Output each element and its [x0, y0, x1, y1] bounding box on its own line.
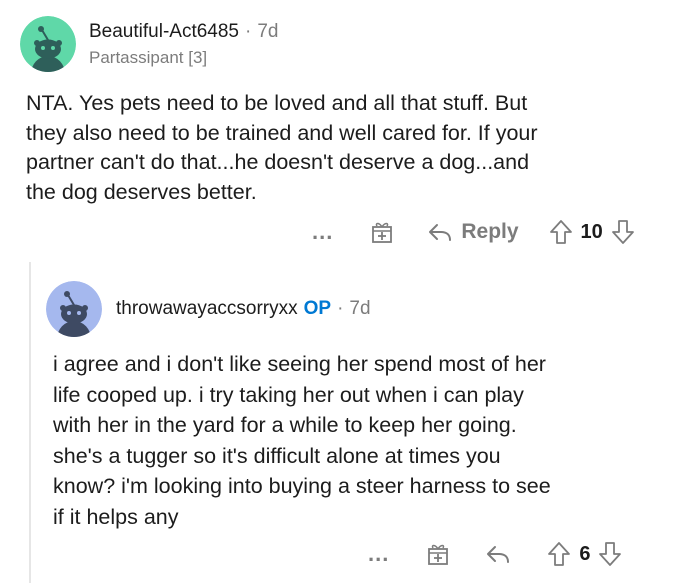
downvote-arrow-icon	[611, 220, 634, 244]
downvote-button[interactable]	[611, 219, 635, 245]
comment-line: know? i'm looking into buying a steer ha…	[53, 474, 551, 498]
comment-meta: Beautiful-Act6485 · 7d	[89, 21, 278, 43]
award-button[interactable]	[371, 220, 393, 244]
vote-score: 6	[579, 542, 591, 565]
avatar[interactable]	[20, 16, 76, 72]
more-options-button[interactable]: ...	[368, 543, 389, 565]
downvote-arrow-icon	[599, 542, 622, 566]
timestamp: 7d	[257, 21, 279, 42]
reply-arrow-icon	[429, 224, 452, 241]
comment-line: with her in the yard for a while to keep…	[53, 413, 517, 437]
comment-line: she's a tugger so it's difficult alone a…	[53, 443, 501, 468]
upvote-button[interactable]	[547, 541, 571, 567]
award-button[interactable]	[427, 542, 449, 566]
reply-arrow-icon	[487, 546, 510, 563]
snoo-avatar-icon	[20, 16, 76, 72]
comment-line: NTA. Yes pets need to be loved and all t…	[26, 91, 528, 115]
user-flair: Partassipant [3]	[89, 48, 208, 67]
more-options-button[interactable]: ...	[312, 221, 333, 243]
comment-line: i agree and i don't like seeing her spen…	[53, 352, 546, 376]
comment-body: NTA. Yes pets need to be loved and all t…	[26, 89, 538, 207]
upvote-arrow-icon	[548, 542, 571, 566]
snoo-avatar-icon	[46, 281, 102, 337]
downvote-button[interactable]	[598, 541, 622, 567]
username[interactable]: throwawayaccsorryxx	[116, 298, 298, 319]
separator-dot: ·	[337, 298, 344, 319]
upvote-arrow-icon	[549, 220, 572, 244]
comment-meta: throwawayaccsorryxx OP · 7d	[116, 298, 371, 320]
comment-line: if it helps any	[53, 504, 179, 529]
comment-actions: ... Reply 10	[312, 217, 635, 247]
vote-score: 10	[580, 220, 603, 243]
comment-line: the dog deserves better.	[26, 179, 257, 204]
award-gift-icon	[372, 222, 393, 243]
thread-line[interactable]	[29, 262, 31, 583]
timestamp: 7d	[349, 298, 371, 319]
comment-line: they also need to be trained and well ca…	[26, 120, 538, 145]
avatar[interactable]	[46, 281, 102, 337]
username[interactable]: Beautiful-Act6485	[89, 21, 239, 42]
reply-button[interactable]	[485, 544, 511, 564]
upvote-button[interactable]	[549, 219, 573, 245]
reply-button[interactable]: Reply	[427, 220, 519, 244]
separator-dot: ·	[245, 21, 252, 42]
op-badge: OP	[303, 298, 332, 319]
comment-line: life cooped up. i try taking her out whe…	[53, 382, 524, 407]
comment-line: partner can't do that...he doesn't deser…	[26, 150, 530, 174]
comment-actions: ... 6	[368, 539, 622, 569]
award-gift-icon	[428, 544, 449, 565]
comment-body: i agree and i don't like seeing her spen…	[53, 349, 551, 532]
reply-label: Reply	[461, 220, 519, 243]
